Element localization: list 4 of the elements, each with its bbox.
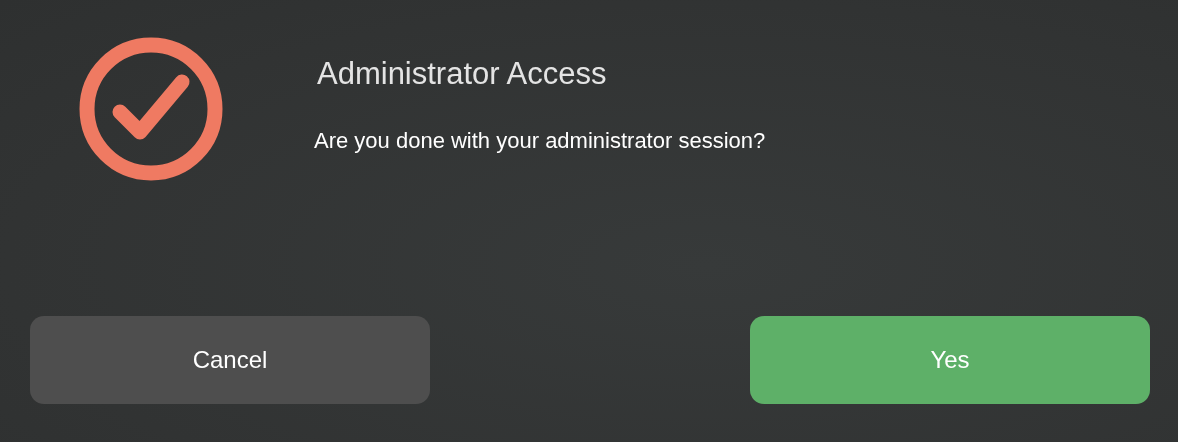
dialog-message: Are you done with your administrator session? (314, 127, 766, 155)
cancel-button[interactable]: Cancel (30, 316, 430, 404)
checkmark-icon (78, 36, 224, 182)
dialog-title: Administrator Access (317, 55, 608, 93)
